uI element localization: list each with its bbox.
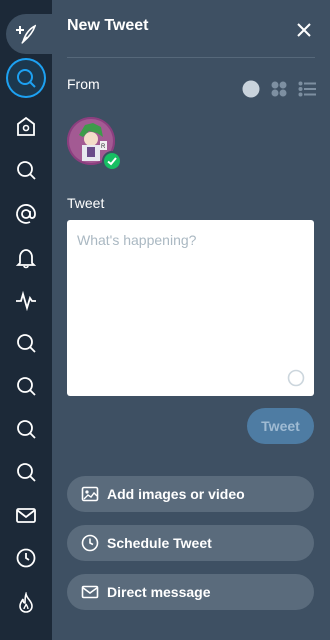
tweet-label: Tweet [67, 195, 105, 211]
sidebar-item-notifications[interactable] [6, 238, 46, 278]
activity-pulse-icon [16, 290, 36, 311]
tweet-button[interactable]: Tweet [247, 408, 314, 444]
sidebar-item-search-column-1[interactable] [6, 150, 46, 190]
checkmark-icon [107, 157, 117, 166]
clock-icon [16, 548, 36, 568]
list-icon [298, 81, 316, 97]
list-accounts-toggle[interactable] [297, 79, 317, 99]
search-icon [17, 377, 36, 396]
sidebar-item-search-column-4[interactable] [6, 409, 46, 449]
close-button[interactable] [292, 18, 316, 42]
direct-message-button[interactable]: Direct message [67, 574, 314, 610]
sidebar-item-activity[interactable] [6, 280, 46, 320]
add-images-label: Add images or video [107, 486, 245, 502]
close-icon [297, 23, 311, 37]
schedule-tweet-button[interactable]: Schedule Tweet [67, 525, 314, 561]
schedule-tweet-label: Schedule Tweet [107, 535, 212, 551]
sidebar-item-search-column-2[interactable] [6, 323, 46, 363]
sidebar-item-scheduled[interactable] [6, 538, 46, 578]
bell-icon [15, 249, 37, 269]
sidebar-item-messages[interactable] [6, 495, 46, 535]
compose-feather-icon [16, 24, 36, 45]
from-label: From [67, 76, 100, 92]
search-icon [17, 334, 36, 353]
sidebar-item-mentions[interactable] [6, 194, 46, 234]
envelope-icon [81, 583, 99, 601]
search-icon [17, 420, 36, 439]
single-circle-icon [242, 80, 260, 98]
character-count-ring-icon [287, 369, 305, 387]
single-account-toggle[interactable] [241, 79, 261, 99]
header-divider [67, 57, 315, 58]
grid-accounts-toggle[interactable] [269, 79, 289, 99]
sidebar-item-search[interactable] [6, 58, 46, 98]
grid-icon [271, 81, 287, 97]
flame-icon [19, 592, 33, 613]
envelope-icon [16, 508, 36, 523]
compose-button[interactable] [6, 14, 52, 54]
home-icon [17, 116, 35, 136]
verified-check-badge [102, 151, 122, 171]
svg-text:R: R [101, 144, 106, 150]
sidebar-item-search-column-3[interactable] [6, 366, 46, 406]
new-tweet-panel: New Tweet From R Tweet What's happening?… [52, 0, 330, 640]
tweet-input[interactable] [67, 220, 314, 396]
account-view-toggles [241, 79, 317, 99]
clock-icon [81, 534, 99, 552]
add-images-button[interactable]: Add images or video [67, 476, 314, 512]
sidebar-item-home[interactable] [6, 106, 46, 146]
sidebar-item-search-column-5[interactable] [6, 452, 46, 492]
search-icon [17, 463, 36, 482]
direct-message-label: Direct message [107, 584, 211, 600]
at-icon [16, 204, 36, 224]
image-icon [81, 485, 99, 503]
sidebar-item-trending[interactable] [6, 583, 46, 623]
panel-title: New Tweet [67, 17, 149, 34]
search-icon [17, 69, 36, 88]
tweetdeck-app: New Tweet From R Tweet What's happening?… [0, 0, 330, 640]
search-icon [17, 161, 36, 180]
column-sidebar [0, 0, 52, 640]
